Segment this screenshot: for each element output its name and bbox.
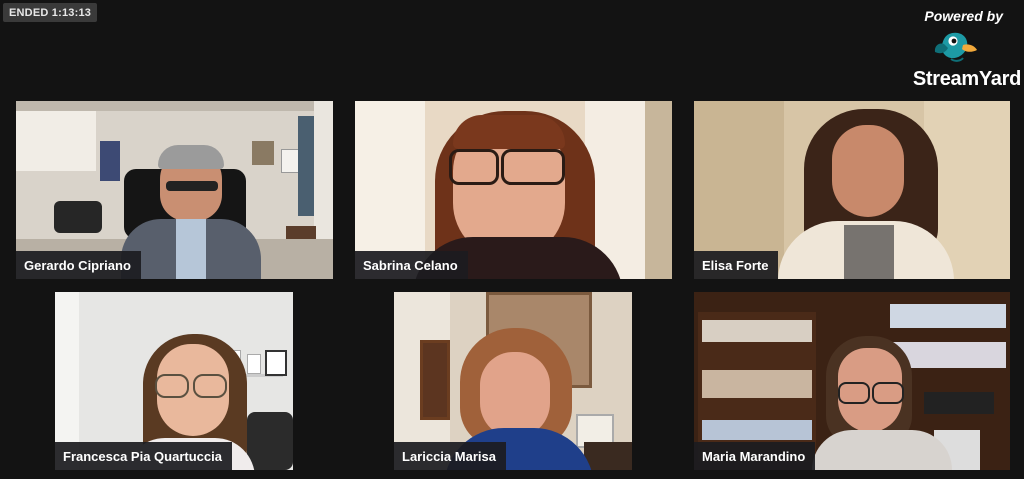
participant-tile-sabrina-celano[interactable]: Sabrina Celano — [355, 101, 672, 279]
participant-name-label: Elisa Forte — [694, 251, 779, 279]
stream-status-badge: ENDED 1:13:13 — [3, 3, 98, 22]
streamyard-branding: Powered by StreamYard — [891, 8, 1021, 91]
duck-logo-icon — [934, 32, 977, 62]
participant-tile-gerardo-cipriano[interactable]: Gerardo Cipriano — [16, 101, 333, 279]
participant-tile-maria-marandino[interactable]: Maria Marandino — [694, 292, 1010, 470]
participant-name-label: Sabrina Celano — [355, 251, 468, 279]
participant-name-label: Gerardo Cipriano — [16, 251, 141, 279]
participant-tile-elisa-forte[interactable]: Elisa Forte — [694, 101, 1010, 279]
powered-by-label: Powered by — [924, 8, 1003, 24]
participant-tile-francesca-pia-quartuccia[interactable]: Francesca Pia Quartuccia — [55, 292, 293, 470]
participant-name-label: Lariccia Marisa — [394, 442, 506, 470]
participant-name-label: Francesca Pia Quartuccia — [55, 442, 232, 470]
participant-name-label: Maria Marandino — [694, 442, 816, 470]
participant-tile-lariccia-marisa[interactable]: Lariccia Marisa — [394, 292, 632, 470]
streamyard-wordmark: StreamYard — [912, 68, 1021, 90]
